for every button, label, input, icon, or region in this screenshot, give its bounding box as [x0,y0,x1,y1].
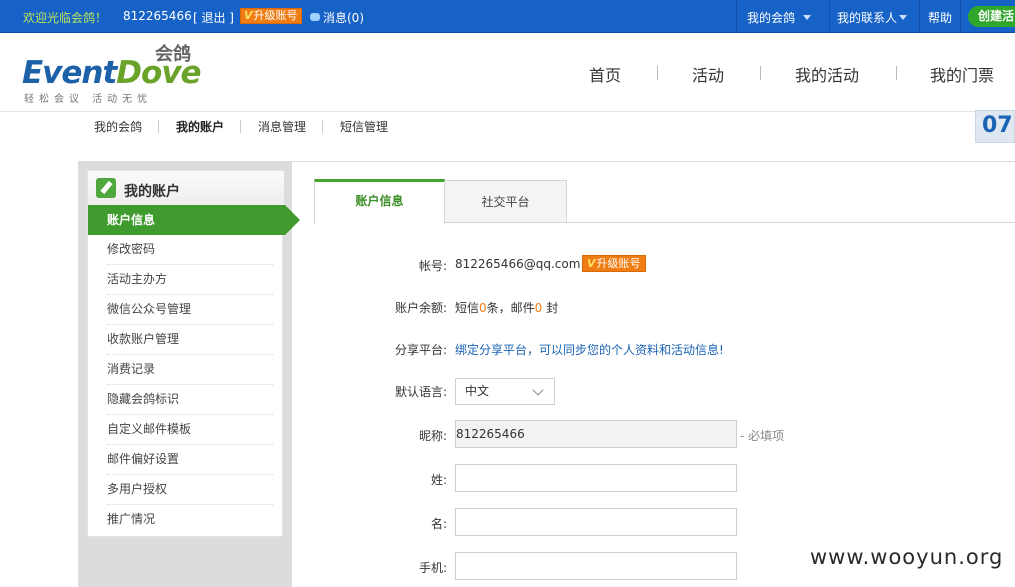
sidebar-item-mail-preferences[interactable]: 邮件偏好设置 [107,445,273,475]
nav-events[interactable]: 活动 [692,62,724,86]
sub-nav: 我的会鸽 我的账户 消息管理 短信管理 [78,112,1015,142]
divider [896,66,897,80]
divider [829,0,830,33]
balance-value: 短信0条，邮件0 封 [455,299,558,316]
nav-my-events[interactable]: 我的活动 [795,62,859,86]
upgrade-label: 升级账号 [253,9,298,22]
first-name-field[interactable] [455,508,737,536]
upgrade-label: 升级账号 [596,257,641,270]
sms-count: 0 [479,301,487,315]
balance-mid: 条，邮件 [486,301,535,315]
message-icon [310,13,320,21]
subnav-sms-management[interactable]: 短信管理 [340,118,388,135]
divider [760,66,761,80]
phone-label: 手机: [418,561,447,575]
top-bar: 欢迎光临会鸽！ 812265466 [ 退出 ] V升级账号 消息(0) 我的会… [0,0,1015,33]
language-select[interactable]: 中文 [455,378,555,405]
logo-slogan: 轻松会议 活动无忧 [24,94,153,105]
chevron-down-icon [532,384,544,396]
eventdove-logo[interactable]: 会鸽 EventDove 轻松会议 活动无忧 [22,44,212,108]
sidebar-item-consumption[interactable]: 消费记录 [107,355,273,385]
logo-brand-a: Event [22,55,117,91]
divider [657,66,658,80]
nav-home[interactable]: 首页 [589,62,621,86]
upgrade-v-icon: V [244,9,253,22]
language-value: 中文 [465,384,490,398]
chevron-down-icon [899,15,908,20]
sidebar-item-account-info[interactable]: 账户信息 [88,205,300,235]
watermark: www.wooyun.org [810,545,1004,569]
subnav-my-account[interactable]: 我的账户 [176,118,224,135]
my-contacts-label: 我的联系人 [837,11,898,25]
sidebar-header: 我的账户 [88,171,284,206]
nickname-label: 昵称: [418,429,447,443]
my-huige-label: 我的会鸽 [747,11,796,25]
sidebar-item-change-password[interactable]: 修改密码 [107,235,273,265]
nav-my-tickets[interactable]: 我的门票 [930,62,994,86]
required-note: - 必填项 [740,429,785,443]
sidebar-item-organizer[interactable]: 活动主办方 [107,265,273,295]
share-platform-link[interactable]: 绑定分享平台，可以同步您的个人资料和活动信息! [455,341,724,358]
account-value: 812265466@qq.com [455,257,581,271]
sidebar-item-promotion[interactable]: 推广情况 [107,505,273,535]
messages-label: 消息(0) [323,11,364,25]
logout-link[interactable]: [ 退出 ] [193,9,234,26]
active-arrow-icon [285,205,300,235]
divider [919,0,920,33]
upgrade-account-button[interactable]: V升级账号 [240,8,302,24]
upgrade-v-icon: V [587,257,596,270]
tab-social-platform[interactable]: 社交平台 [445,180,567,223]
sidebar-item-hide-logo[interactable]: 隐藏会鸽标识 [107,385,273,415]
divider [240,120,241,133]
divider [158,120,159,133]
first-name-label: 名: [430,517,447,531]
user-id: 812265466 [123,9,192,23]
language-label: 默认语言: [394,385,447,399]
sidebar-item-multi-user[interactable]: 多用户授权 [107,475,273,505]
edit-icon [96,178,116,198]
last-name-field[interactable] [455,464,737,492]
sidebar-item-mail-template[interactable]: 自定义邮件模板 [107,415,273,445]
chevron-down-icon [803,15,812,20]
sidebar-item-payment-account[interactable]: 收款账户管理 [107,325,273,355]
divider [322,120,323,133]
balance-label: 账户余额: [394,301,447,315]
sidebar-item-wechat[interactable]: 微信公众号管理 [107,295,273,325]
my-huige-menu[interactable]: 我的会鸽 [747,9,812,26]
divider [960,0,961,33]
subnav-message-management[interactable]: 消息管理 [258,118,306,135]
messages-link[interactable]: 消息(0) [310,9,364,26]
balance-suffix: 封 [546,301,559,315]
upgrade-account-button[interactable]: V升级账号 [582,255,646,272]
date-badge: 07 [975,110,1015,143]
phone-field[interactable] [455,552,737,580]
welcome-text: 欢迎光临会鸽！ [23,11,108,25]
mail-count: 0 [534,301,543,315]
create-event-button[interactable]: 创建活 [968,6,1015,27]
logo-brand-b: Dove [116,55,201,91]
sidebar-item-label: 账户信息 [107,213,156,227]
logo-brand: EventDove [22,55,202,91]
site-header: 会鸽 EventDove 轻松会议 活动无忧 首页 活动 我的活动 我的门票 [0,34,1015,112]
help-link[interactable]: 帮助 [928,9,952,26]
my-contacts-menu[interactable]: 我的联系人 [837,9,908,26]
last-name-label: 姓: [430,473,447,487]
tab-bar: 账户信息 社交平台 [314,179,1015,224]
nickname-field[interactable]: 812265466 [455,420,737,448]
account-label: 帐号: [418,259,447,273]
tab-account-info[interactable]: 账户信息 [314,179,445,224]
divider [736,0,737,33]
share-label: 分享平台: [394,343,447,357]
subnav-my-huige[interactable]: 我的会鸽 [94,118,142,135]
sidebar-title: 我的账户 [124,184,180,200]
balance-sms-prefix: 短信 [455,301,480,315]
